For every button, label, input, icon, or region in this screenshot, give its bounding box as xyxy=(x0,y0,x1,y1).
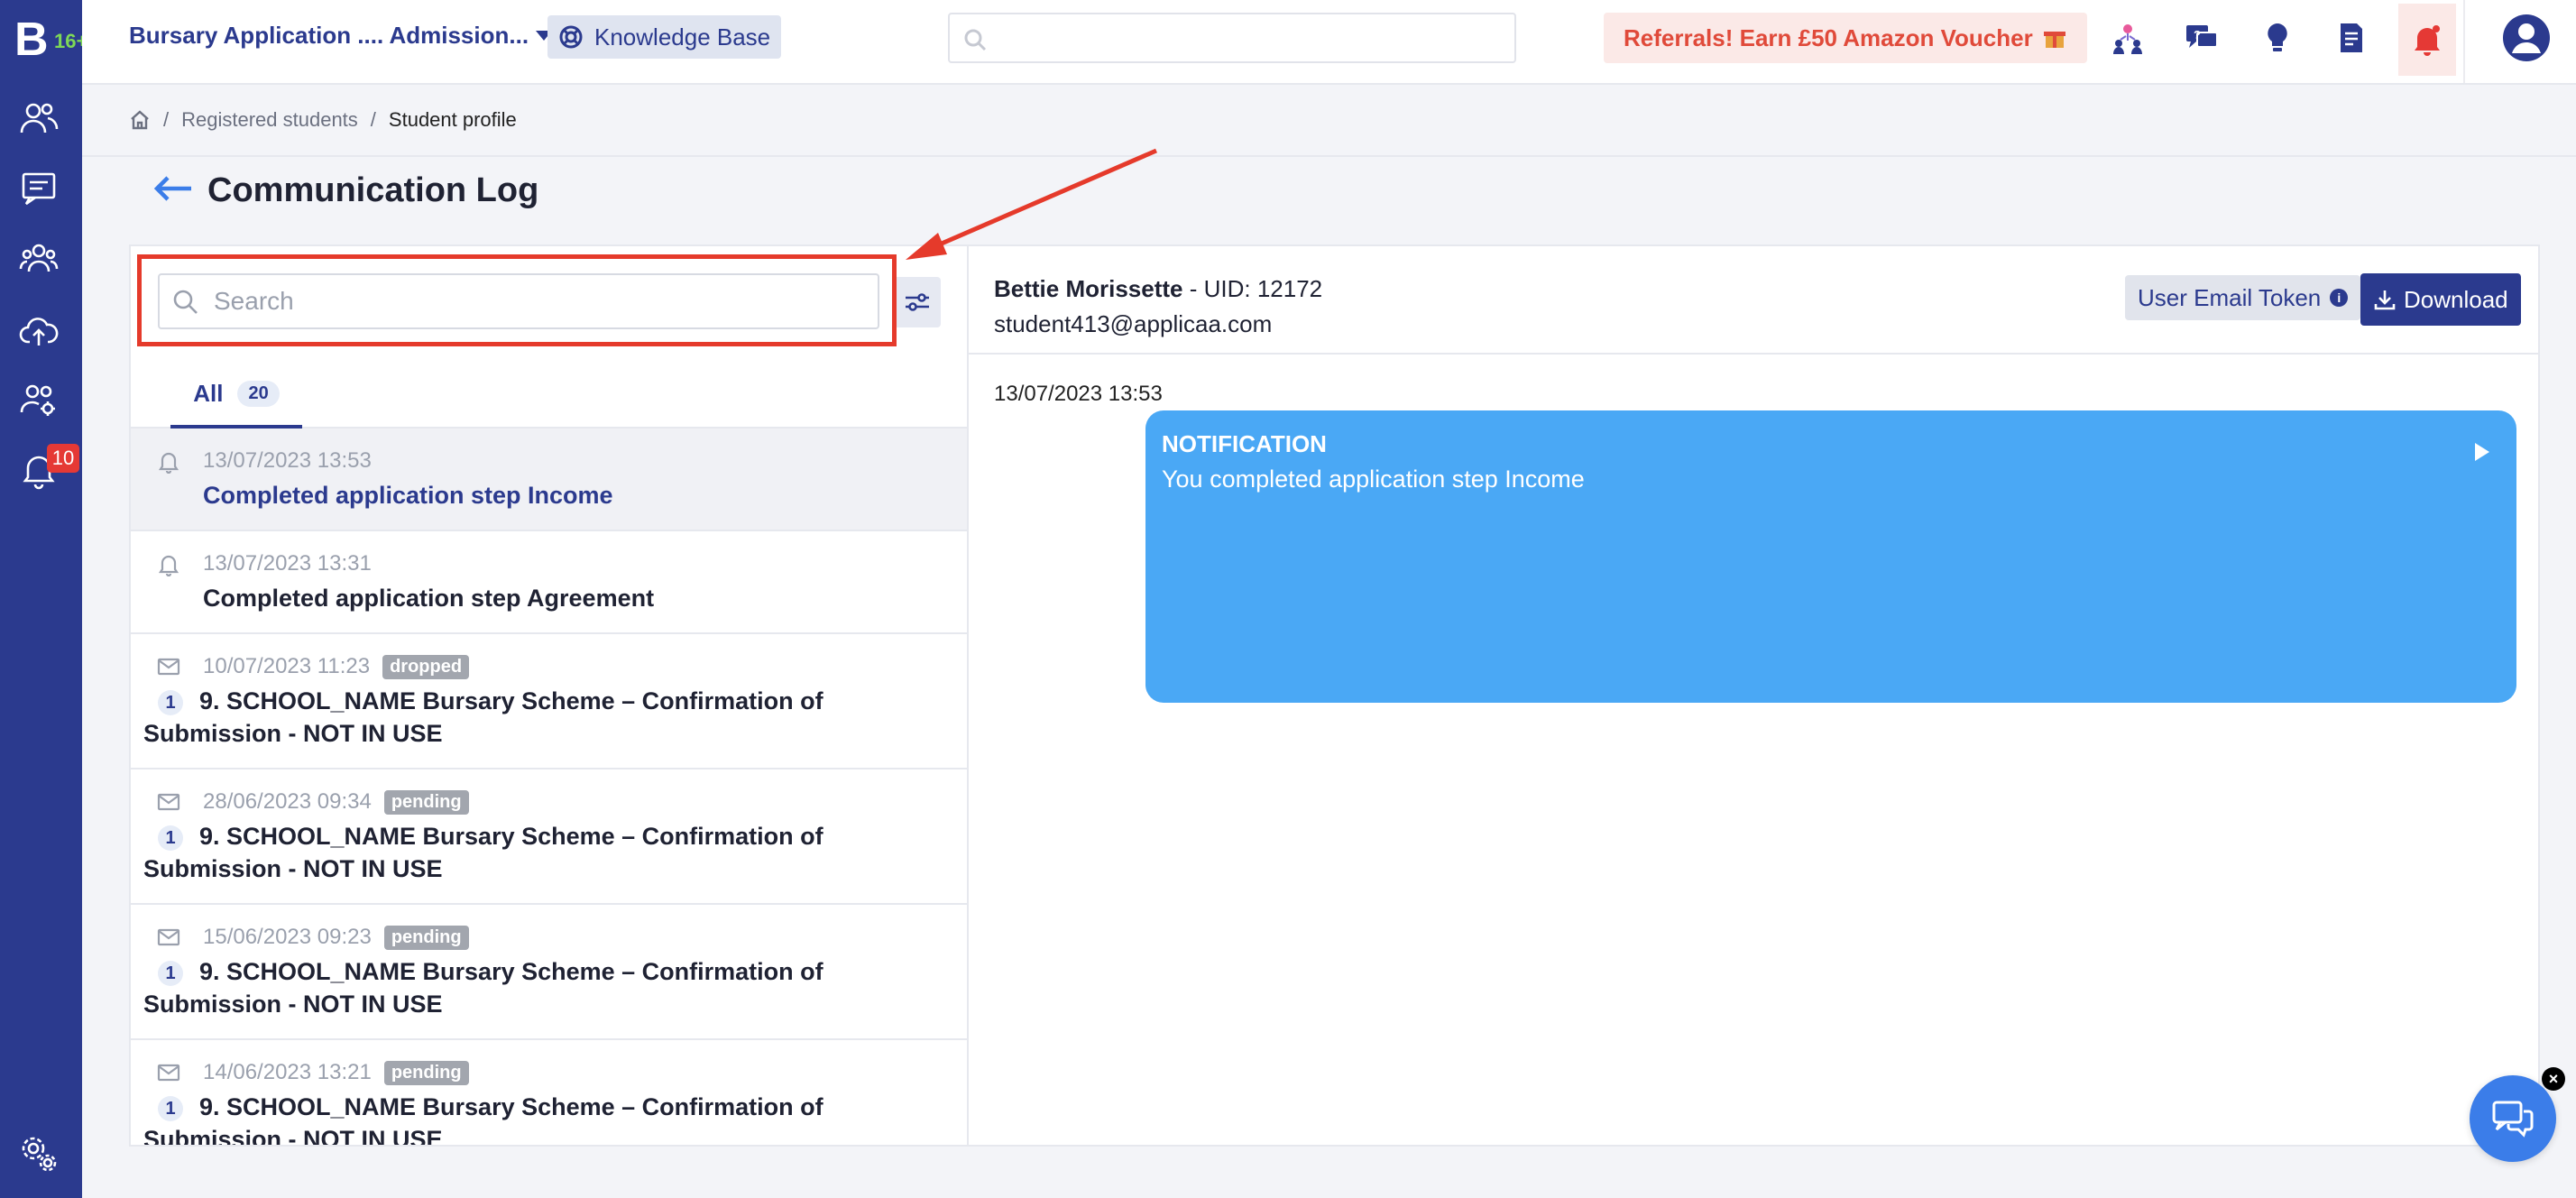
item-title: Completed application step Agreement xyxy=(203,585,655,612)
item-title: Completed application step Income xyxy=(203,482,613,509)
envelope-icon xyxy=(156,925,181,950)
expand-triangle-icon[interactable] xyxy=(2475,443,2489,461)
message-body: You completed application step Income xyxy=(1162,465,1585,493)
status-badge: pending xyxy=(383,789,469,815)
download-icon xyxy=(2374,290,2396,310)
status-badge: dropped xyxy=(382,654,470,679)
filter-sliders-icon xyxy=(906,293,929,311)
breadcrumb: / Registered students / Student profile xyxy=(129,108,517,132)
message-detail-panel: Bettie Morissette - UID: 12172 student41… xyxy=(967,244,2540,1147)
item-datetime: 13/07/2023 13:31 xyxy=(203,551,372,576)
bell-icon xyxy=(156,448,181,475)
chat-bubbles-icon xyxy=(2492,1101,2534,1138)
document-icon[interactable] xyxy=(2330,16,2373,60)
item-datetime: 15/06/2023 09:23 xyxy=(203,925,372,949)
referral-banner[interactable]: Referrals! Earn £50 Amazon Voucher xyxy=(1604,13,2087,63)
application-selector[interactable]: Bursary Application .... Admission... xyxy=(129,22,553,50)
item-title: 9. SCHOOL_NAME Bursary Scheme – Confirma… xyxy=(143,687,823,747)
page-title: Communication Log xyxy=(207,171,539,209)
item-datetime: 10/07/2023 11:23 xyxy=(203,654,371,678)
notifications-badge: 10 xyxy=(47,444,79,473)
student-uid: - UID: 12172 xyxy=(1189,275,1323,302)
bell-icon xyxy=(2415,25,2440,56)
breadcrumb-divider xyxy=(82,155,2576,157)
community-icon[interactable] xyxy=(2106,16,2149,60)
global-search-input[interactable] xyxy=(948,13,1516,63)
filter-button[interactable] xyxy=(894,277,941,327)
tab-all-count: 20 xyxy=(237,380,280,407)
count-badge: 1 xyxy=(158,825,183,851)
message-timestamp: 13/07/2023 13:53 xyxy=(994,382,1163,406)
knowledge-base-button[interactable]: Knowledge Base xyxy=(547,15,782,59)
status-badge: pending xyxy=(383,1060,469,1085)
referral-text: Referrals! Earn £50 Amazon Voucher xyxy=(1624,23,2033,51)
chat-widget-button[interactable] xyxy=(2470,1075,2556,1162)
search-icon xyxy=(964,29,987,51)
message-title: NOTIFICATION xyxy=(1162,430,1327,457)
list-item[interactable]: 28/06/2023 09:34 pending 1 9. SCHOOL_NAME … xyxy=(131,769,967,905)
breadcrumb-student-profile: Student profile xyxy=(388,108,517,131)
list-item[interactable]: 15/06/2023 09:23 pending 1 9. SCHOOL_NAME … xyxy=(131,905,967,1040)
groups-icon[interactable] xyxy=(18,238,60,280)
item-title: 9. SCHOOL_NAME Bursary Scheme – Confirma… xyxy=(143,958,823,1018)
item-title: 9. SCHOOL_NAME Bursary Scheme – Confirma… xyxy=(143,1093,823,1147)
lightbulb-icon[interactable] xyxy=(2256,16,2299,60)
envelope-icon xyxy=(156,654,181,679)
svg-text:?: ? xyxy=(2194,28,2201,41)
item-datetime: 28/06/2023 09:34 xyxy=(203,789,372,814)
help-chat-icon[interactable]: ? xyxy=(2180,16,2223,60)
download-button[interactable]: Download xyxy=(2360,273,2521,326)
sidebar: B 16+ 10 xyxy=(0,0,87,1198)
lifebuoy-icon xyxy=(559,25,583,49)
list-item[interactable]: 10/07/2023 11:23 dropped 1 9. SCHOOL_NAME … xyxy=(131,634,967,769)
token-button-label: User Email Token xyxy=(2138,283,2322,311)
tab-all[interactable]: All 20 xyxy=(170,362,302,429)
envelope-icon xyxy=(156,1060,181,1085)
messages-icon[interactable] xyxy=(18,168,60,209)
info-icon: i xyxy=(2330,289,2349,307)
knowledge-base-label: Knowledge Base xyxy=(594,23,771,51)
gift-icon xyxy=(2043,32,2065,48)
alerts-button[interactable] xyxy=(2398,4,2456,76)
bell-icon xyxy=(156,551,181,577)
panel-divider xyxy=(969,353,2538,355)
student-email: student413@applicaa.com xyxy=(994,310,1273,337)
count-badge: 1 xyxy=(158,960,183,986)
contact-info: Bettie Morissette - UID: 12172 student41… xyxy=(994,275,1322,338)
app-logo[interactable]: B 16+ xyxy=(14,13,87,67)
user-email-token-button[interactable]: User Email Token i xyxy=(2125,275,2361,320)
top-bar: Bursary Application .... Admission... Kn… xyxy=(82,0,2576,85)
envelope-icon xyxy=(156,789,181,815)
item-datetime: 14/06/2023 13:21 xyxy=(203,1060,372,1084)
count-badge: 1 xyxy=(158,689,183,715)
students-icon[interactable] xyxy=(18,97,60,139)
log-list: 13/07/2023 13:53 Completed application s… xyxy=(131,429,967,1147)
application-title: Bursary Application .... Admission... xyxy=(129,22,529,49)
settings-icon[interactable] xyxy=(18,1133,60,1175)
breadcrumb-registered-students[interactable]: Registered students xyxy=(181,108,358,132)
close-icon[interactable]: × xyxy=(2542,1067,2565,1091)
item-title: 9. SCHOOL_NAME Bursary Scheme – Confirma… xyxy=(143,823,823,882)
tab-all-label: All xyxy=(193,379,224,407)
count-badge: 1 xyxy=(158,1095,183,1121)
user-settings-icon[interactable] xyxy=(18,379,60,420)
list-item[interactable]: 14/06/2023 13:21 pending 1 9. SCHOOL_NAME … xyxy=(131,1040,967,1147)
home-icon[interactable] xyxy=(129,109,151,131)
log-tabs: All 20 xyxy=(131,362,967,429)
topbar-divider xyxy=(2463,0,2465,83)
cloud-upload-icon[interactable] xyxy=(18,310,60,352)
download-button-label: Download xyxy=(2404,285,2508,313)
list-item[interactable]: 13/07/2023 13:31 Completed application s… xyxy=(131,531,967,634)
communication-list-panel: All 20 13/07/2023 13:53 Completed applic… xyxy=(129,244,967,1147)
status-badge: pending xyxy=(383,925,469,950)
list-item[interactable]: 13/07/2023 13:53 Completed application s… xyxy=(131,429,967,531)
student-name: Bettie Morissette xyxy=(994,275,1183,302)
annotation-highlight-box xyxy=(137,254,897,346)
item-datetime: 13/07/2023 13:53 xyxy=(203,448,372,473)
back-arrow-icon[interactable] xyxy=(153,175,193,207)
avatar[interactable] xyxy=(2501,13,2552,63)
notification-bubble: NOTIFICATION You completed application s… xyxy=(1145,410,2516,703)
page-header: Communication Log xyxy=(153,171,538,210)
